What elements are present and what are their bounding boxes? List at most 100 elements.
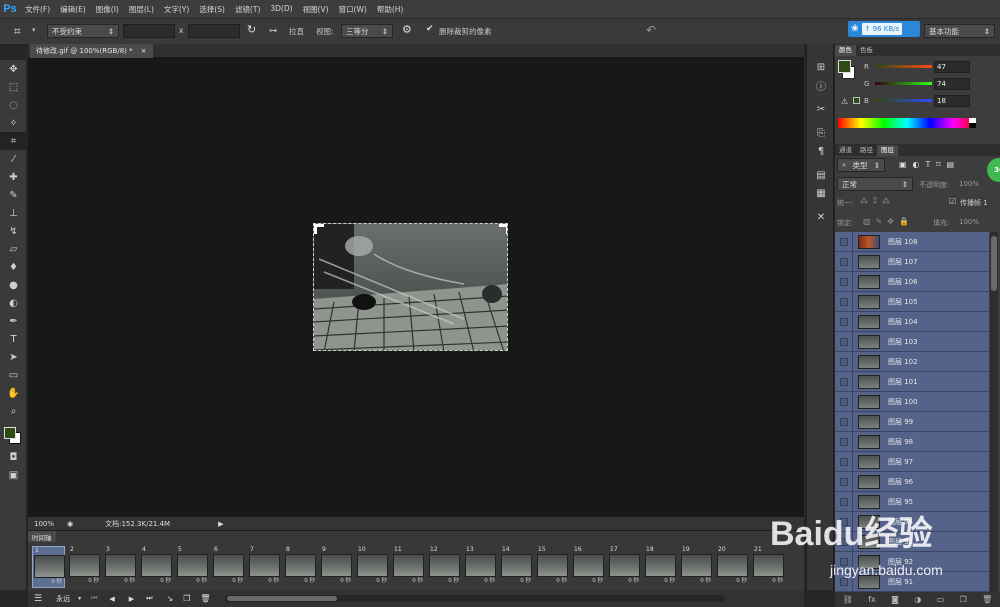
layer-visibility-toggle[interactable] bbox=[835, 331, 853, 352]
layer-name[interactable]: 图层 107 bbox=[888, 257, 918, 267]
menu-item[interactable]: 文字(Y) bbox=[159, 4, 194, 15]
timeline-frame[interactable]: 18 0 秒 bbox=[644, 546, 677, 588]
new-layer-icon[interactable]: ❐ bbox=[960, 595, 967, 604]
timeline-frame[interactable]: 1 0 秒 bbox=[32, 546, 65, 588]
link-layers-icon[interactable]: ⛓ bbox=[843, 595, 853, 604]
tab-swatches[interactable]: 色板 bbox=[856, 45, 877, 56]
layer-visibility-toggle[interactable] bbox=[835, 371, 853, 392]
layer-row[interactable]: 图层 97 bbox=[835, 451, 989, 472]
lock-icons[interactable]: ▨✎✥🔒 bbox=[863, 217, 914, 226]
frame-delay[interactable]: 0 秒 bbox=[752, 577, 785, 585]
workspace-select[interactable]: 基本功能 ⇕ bbox=[924, 24, 995, 38]
document-image[interactable] bbox=[313, 223, 508, 351]
layer-row[interactable]: 图层 91 bbox=[835, 571, 989, 592]
close-icon[interactable]: × bbox=[141, 47, 147, 55]
properties-panel-icon[interactable]: ▤ bbox=[807, 166, 835, 184]
layer-name[interactable]: 图层 104 bbox=[888, 317, 918, 327]
marquee-tool-icon[interactable]: ⬚ bbox=[0, 78, 27, 96]
timeline-frame[interactable]: 14 0 秒 bbox=[500, 546, 533, 588]
layer-name[interactable]: 图层 99 bbox=[888, 417, 913, 427]
layer-row[interactable]: 图层 93 bbox=[835, 531, 989, 552]
move-tool-icon[interactable]: ✥ bbox=[0, 60, 27, 78]
canvas-area[interactable] bbox=[28, 58, 804, 516]
timeline-frame[interactable]: 16 0 秒 bbox=[572, 546, 605, 588]
eyedropper-tool-icon[interactable]: ⁄ bbox=[0, 150, 27, 168]
net-speed-widget[interactable]: ❀ ↑ 96 KB/s bbox=[848, 21, 920, 37]
clone-source-icon[interactable]: ⎘ bbox=[807, 124, 835, 142]
timeline-menu-icon[interactable]: ☰ bbox=[34, 594, 42, 604]
layer-name[interactable]: 图层 91 bbox=[888, 577, 913, 587]
layer-visibility-toggle[interactable] bbox=[835, 411, 853, 432]
tab-layers[interactable]: 图层 bbox=[877, 145, 898, 156]
delete-frame-icon[interactable]: 🗑 bbox=[200, 594, 210, 603]
play-icon[interactable]: ▶ bbox=[129, 595, 134, 603]
new-group-icon[interactable]: ▭ bbox=[937, 595, 945, 604]
menu-item[interactable]: 选择(S) bbox=[194, 4, 230, 15]
straighten-icon[interactable]: ⊶ bbox=[269, 26, 277, 35]
delete-cropped-checkbox[interactable]: ✔ bbox=[426, 25, 436, 35]
menu-item[interactable]: 编辑(E) bbox=[55, 4, 91, 15]
loop-select[interactable]: 永远 bbox=[56, 594, 70, 604]
crop-ratio-select[interactable]: 不受约束 ⇕ bbox=[47, 24, 119, 38]
layer-name[interactable]: 图层 105 bbox=[888, 297, 918, 307]
frame-delay[interactable]: 0 秒 bbox=[680, 577, 713, 585]
history-brush-tool-icon[interactable]: ↯ bbox=[0, 222, 27, 240]
layer-row[interactable]: 图层 105 bbox=[835, 291, 989, 312]
web-safe-swatch[interactable] bbox=[853, 97, 860, 104]
clone-stamp-tool-icon[interactable]: ⊥ bbox=[0, 204, 27, 222]
brush-tool-icon[interactable]: ✎ bbox=[0, 186, 27, 204]
layer-row[interactable]: 图层 94 bbox=[835, 511, 989, 532]
blend-mode-select[interactable]: 正常 ⇕ bbox=[837, 177, 913, 191]
ramp-black[interactable] bbox=[969, 123, 976, 128]
hand-tool-icon[interactable]: ✋ bbox=[0, 384, 27, 402]
tween-icon[interactable]: ↘ bbox=[167, 594, 174, 603]
crop-height-field[interactable] bbox=[188, 24, 240, 38]
b-value-field[interactable]: 18 bbox=[934, 95, 970, 107]
frame-delay[interactable]: 0 秒 bbox=[68, 577, 101, 585]
tab-paths[interactable]: 路径 bbox=[856, 145, 877, 156]
g-value-field[interactable]: 74 bbox=[934, 78, 970, 90]
zoom-tool-icon[interactable]: ⌕ bbox=[0, 402, 27, 420]
menu-item[interactable]: 3D(D) bbox=[265, 4, 297, 15]
menu-item[interactable]: 帮助(H) bbox=[372, 4, 409, 15]
color-spectrum-ramp[interactable] bbox=[838, 118, 976, 128]
tab-channels[interactable]: 通道 bbox=[835, 145, 856, 156]
tool-presets-icon[interactable]: ✕ bbox=[807, 208, 835, 226]
document-tab[interactable]: 待修改.gif @ 100%(RGB/8) * × bbox=[30, 44, 153, 58]
first-frame-icon[interactable]: ⏮ bbox=[91, 594, 97, 603]
status-info-icon[interactable]: ◉ bbox=[67, 520, 73, 528]
layer-visibility-toggle[interactable] bbox=[835, 431, 853, 452]
menu-item[interactable]: 文件(F) bbox=[20, 4, 55, 15]
healing-brush-tool-icon[interactable]: ✚ bbox=[0, 168, 27, 186]
layer-visibility-toggle[interactable] bbox=[835, 531, 853, 552]
timeline-frame[interactable]: 15 0 秒 bbox=[536, 546, 569, 588]
menu-item[interactable]: 图像(I) bbox=[91, 4, 124, 15]
adjustments-panel-icon[interactable]: ▦ bbox=[807, 184, 835, 202]
timeline-frame[interactable]: 11 0 秒 bbox=[392, 546, 425, 588]
layer-row[interactable]: 图层 100 bbox=[835, 391, 989, 412]
brush-presets-icon[interactable]: ✂ bbox=[807, 100, 835, 118]
layer-row[interactable]: 图层 92 bbox=[835, 551, 989, 572]
menu-item[interactable]: 图层(L) bbox=[124, 4, 159, 15]
timeline-frame[interactable]: 21 0 秒 bbox=[752, 546, 785, 588]
r-slider[interactable] bbox=[875, 65, 932, 68]
info-panel-icon[interactable]: ⓘ bbox=[807, 76, 835, 94]
b-slider[interactable] bbox=[875, 99, 932, 102]
layer-row[interactable]: 图层 95 bbox=[835, 491, 989, 512]
gamut-warning-icon[interactable]: ⚠ bbox=[841, 97, 848, 106]
path-selection-tool-icon[interactable]: ➤ bbox=[0, 348, 27, 366]
layer-name[interactable]: 图层 101 bbox=[888, 377, 918, 387]
history-panel-icon[interactable]: ⊞ bbox=[807, 58, 835, 76]
frame-delay[interactable]: 0 秒 bbox=[608, 577, 641, 585]
unify-icons[interactable]: ⁂⁑⁂ bbox=[860, 197, 895, 206]
frame-delay[interactable]: 0 秒 bbox=[464, 577, 497, 585]
layer-visibility-toggle[interactable] bbox=[835, 311, 853, 332]
dodge-tool-icon[interactable]: ◐ bbox=[0, 294, 27, 312]
layer-row[interactable]: 图层 108 bbox=[835, 232, 989, 252]
layer-row[interactable]: 图层 103 bbox=[835, 331, 989, 352]
layer-name[interactable]: 图层 96 bbox=[888, 477, 913, 487]
layer-row[interactable]: 图层 107 bbox=[835, 251, 989, 272]
layer-name[interactable]: 图层 102 bbox=[888, 357, 918, 367]
timeline-scroll-thumb[interactable] bbox=[226, 596, 337, 601]
layer-visibility-toggle[interactable] bbox=[835, 571, 853, 592]
